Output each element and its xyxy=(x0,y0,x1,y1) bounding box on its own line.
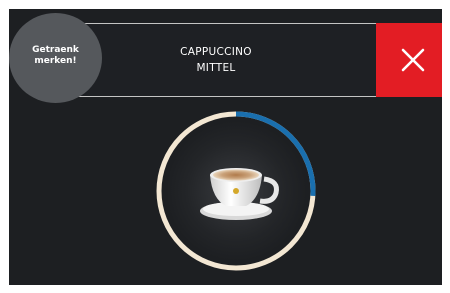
save-drink-label: Getraenk merken! xyxy=(32,45,79,66)
save-drink-button[interactable]: Getraenk merken! xyxy=(9,13,102,103)
brewing-progress-ring xyxy=(156,111,316,271)
coffee-machine-screen: CAPPUCCINO MITTEL Getraenk merken! xyxy=(9,9,442,285)
close-icon xyxy=(401,48,425,72)
close-button[interactable] xyxy=(376,23,442,97)
